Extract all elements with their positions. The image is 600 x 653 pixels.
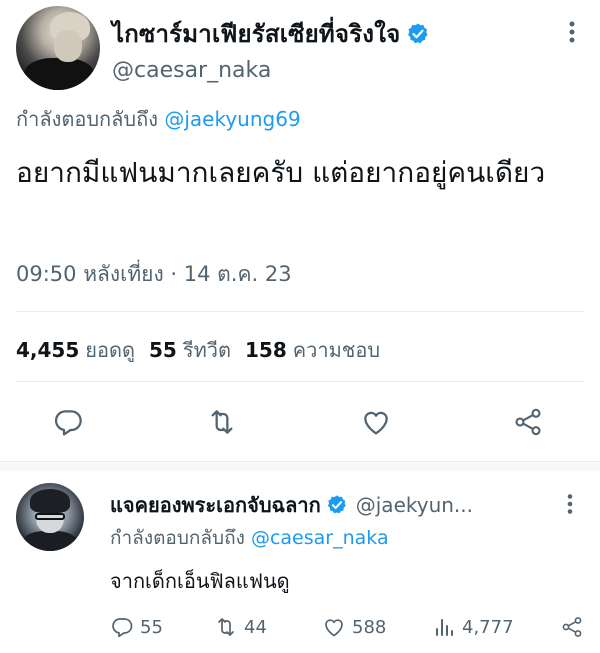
tweet-stats: 4,455 ยอดดู 55 รีทวีต 158 ความชอบ (16, 334, 394, 366)
main-tweet: ไกซาร์มาเฟียรัสเซียที่จริงใจ @caesar_nak… (0, 0, 600, 460)
verified-badge-icon (408, 23, 428, 43)
retweet-count: 44 (244, 616, 267, 638)
thread-separator (0, 461, 600, 471)
tweet-actions (0, 400, 600, 444)
divider (16, 311, 584, 312)
views-count: 4,777 (462, 616, 514, 638)
author-name-row[interactable]: ไกซาร์มาเฟียรัสเซียที่จริงใจ (112, 14, 430, 53)
retweets-label: รีทวีต (182, 338, 231, 362)
replying-to-label: กำลังตอบกลับถึง (16, 107, 158, 131)
likes-count[interactable]: 158 (245, 338, 287, 362)
views-count[interactable]: 4,455 (16, 338, 79, 362)
reply-actions: 55 44 588 4,777 (110, 615, 590, 641)
reply-tweet[interactable]: แจคยองพระเอกจับฉลาก @jaekyun... กำลังตอบ… (0, 471, 600, 653)
share-icon[interactable] (560, 615, 584, 639)
replying-to: กำลังตอบกลับถึง @caesar_naka (110, 523, 389, 553)
reply-text: จากเด็กเอ็นฟิลแฟนดู (110, 569, 290, 593)
reply-retweet-action[interactable]: 44 (214, 615, 267, 639)
like-icon[interactable] (360, 406, 392, 438)
likes-label: ความชอบ (292, 338, 381, 362)
verified-badge-icon (327, 495, 346, 514)
replying-to: กำลังตอบกลับถึง @jaekyung69 (16, 103, 301, 135)
reply-count: 55 (140, 616, 163, 638)
reply-author-row[interactable]: แจคยองพระเอกจับฉลาก @jaekyun... (110, 489, 473, 521)
reply-mention-link[interactable]: @caesar_naka (251, 527, 389, 549)
share-icon[interactable] (512, 406, 544, 438)
retweet-icon (218, 618, 234, 636)
tweet-timestamp[interactable]: 09:50 หลังเที่ยง · 14 ต.ค. 23 (16, 258, 292, 291)
reply-views-action[interactable]: 4,777 (432, 615, 514, 639)
like-icon (325, 619, 343, 637)
replying-to-label: กำลังตอบกลับถึง (110, 527, 245, 549)
author-handle[interactable]: @caesar_naka (112, 58, 271, 83)
display-name[interactable]: ไกซาร์มาเฟียรัสเซียที่จริงใจ (112, 14, 400, 53)
reply-like-action[interactable]: 588 (322, 615, 386, 639)
reply-icon[interactable] (52, 406, 84, 438)
more-options-icon[interactable] (568, 20, 576, 44)
like-count: 588 (352, 616, 387, 638)
divider (16, 381, 584, 382)
retweets-count[interactable]: 55 (149, 338, 177, 362)
retweet-icon[interactable] (206, 406, 238, 438)
avatar[interactable] (16, 6, 100, 90)
more-options-icon[interactable] (566, 493, 574, 515)
reply-mention-link[interactable]: @jaekyung69 (164, 107, 300, 131)
reply-icon (112, 618, 133, 638)
tweet-text: อยากมีแฟนมากเลยครับ แต่อยากอยู่คนเดียว (16, 156, 546, 189)
reply-handle[interactable]: @jaekyun... (356, 493, 473, 517)
views-icon (436, 619, 453, 636)
reply-display-name[interactable]: แจคยองพระเอกจับฉลาก (110, 489, 321, 521)
views-label: ยอดดู (85, 338, 135, 362)
reply-reply-action[interactable]: 55 (110, 615, 163, 639)
avatar[interactable] (16, 483, 84, 551)
